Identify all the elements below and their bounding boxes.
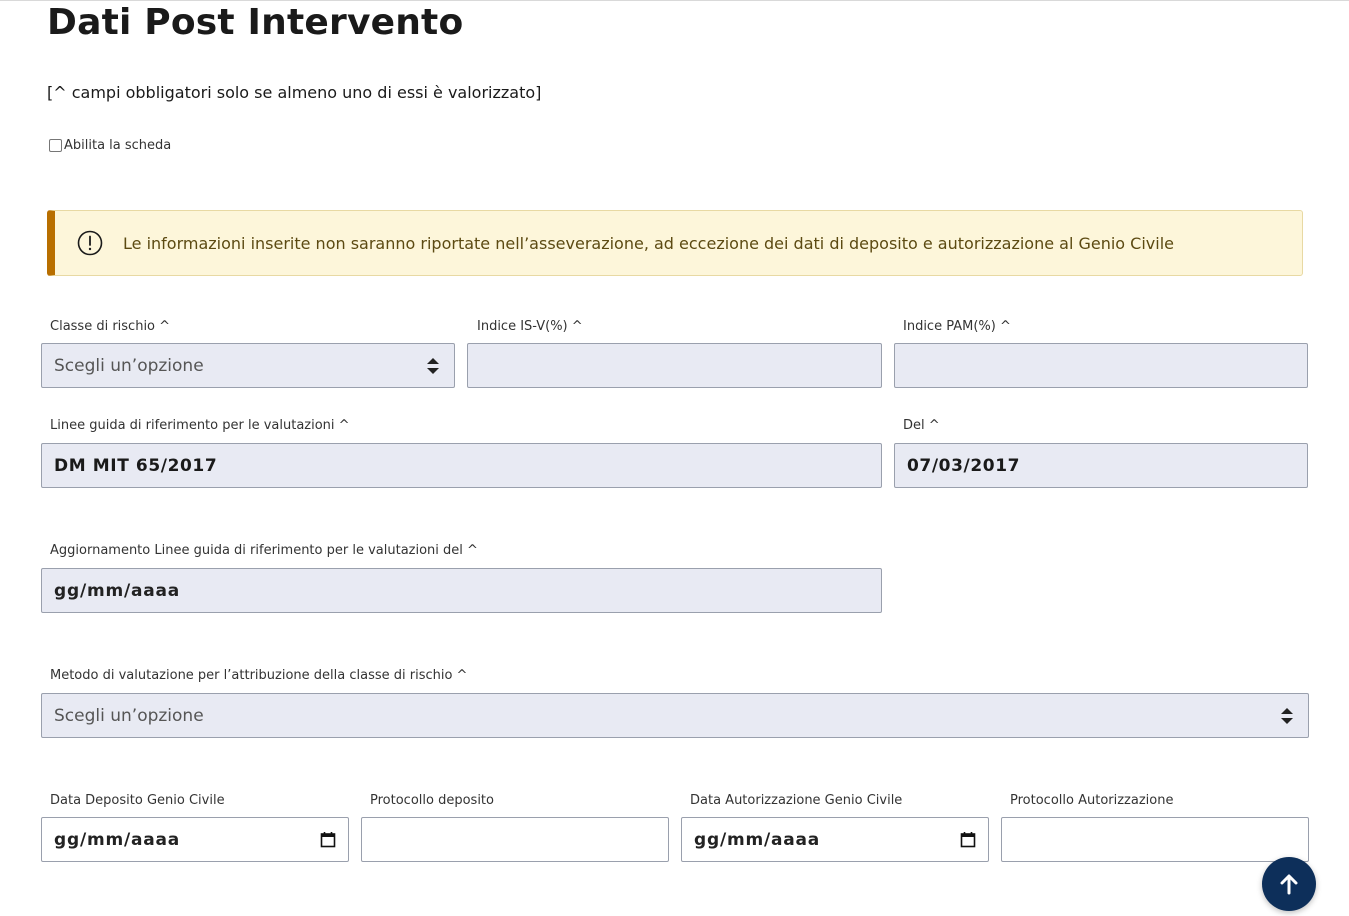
enable-checkbox-label: Abilita la scheda (64, 138, 172, 153)
alert-message: Le informazioni inserite non saranno rip… (123, 233, 1174, 253)
indice-isv-input[interactable] (467, 343, 882, 388)
scroll-to-top-button[interactable] (1262, 857, 1316, 911)
data-autorizzazione-value: gg/mm/aaaa (694, 829, 821, 850)
page: Dati Post Intervento [^ campi obbligator… (0, 0, 1349, 916)
data-autorizzazione-date-input[interactable]: gg/mm/aaaa (681, 817, 989, 862)
classe-rischio-select[interactable]: Scegli un’opzione (41, 343, 455, 388)
required-fields-note: [^ campi obbligatori solo se almeno uno … (47, 83, 542, 102)
select-arrows-icon (427, 358, 439, 374)
classe-rischio-label: Classe di rischio ^ (50, 319, 171, 334)
data-autorizzazione-label: Data Autorizzazione Genio Civile (690, 793, 903, 808)
aggiornamento-date-input[interactable]: gg/mm/aaaa (41, 568, 882, 613)
aggiornamento-label: Aggiornamento Linee guida di riferimento… (50, 543, 478, 558)
metodo-select[interactable]: Scegli un’opzione (41, 693, 1309, 738)
linee-guida-input[interactable]: DM MIT 65/2017 (41, 443, 882, 488)
calendar-icon[interactable] (320, 831, 336, 848)
classe-rischio-placeholder: Scegli un’opzione (54, 355, 204, 376)
page-title: Dati Post Intervento (47, 2, 464, 43)
linee-guida-value: DM MIT 65/2017 (54, 455, 218, 476)
enable-checkbox[interactable] (49, 139, 62, 152)
metodo-placeholder: Scegli un’opzione (54, 705, 204, 726)
del-label: Del ^ (903, 418, 940, 433)
del-value: 07/03/2017 (907, 455, 1021, 476)
del-input[interactable]: 07/03/2017 (894, 443, 1308, 488)
info-alert: Le informazioni inserite non saranno rip… (47, 210, 1303, 276)
indice-pam-label: Indice PAM(%) ^ (903, 319, 1011, 334)
data-deposito-label: Data Deposito Genio Civile (50, 793, 225, 808)
data-deposito-value: gg/mm/aaaa (54, 829, 181, 850)
protocollo-autorizzazione-label: Protocollo Autorizzazione (1010, 793, 1174, 808)
enable-section-toggle[interactable]: Abilita la scheda (49, 138, 171, 153)
calendar-icon[interactable] (960, 831, 976, 848)
arrow-up-icon (1280, 874, 1298, 895)
aggiornamento-value: gg/mm/aaaa (54, 580, 181, 601)
metodo-label: Metodo di valutazione per l’attribuzione… (50, 668, 468, 683)
protocollo-deposito-label: Protocollo deposito (370, 793, 494, 808)
top-divider (0, 0, 1349, 1)
protocollo-deposito-input[interactable] (361, 817, 669, 862)
exclamation-circle-icon (77, 230, 103, 256)
linee-guida-label: Linee guida di riferimento per le valuta… (50, 418, 350, 433)
select-arrows-icon (1281, 708, 1293, 724)
protocollo-autorizzazione-input[interactable] (1001, 817, 1309, 862)
indice-isv-label: Indice IS-V(%) ^ (477, 319, 583, 334)
indice-pam-input[interactable] (894, 343, 1308, 388)
data-deposito-date-input[interactable]: gg/mm/aaaa (41, 817, 349, 862)
